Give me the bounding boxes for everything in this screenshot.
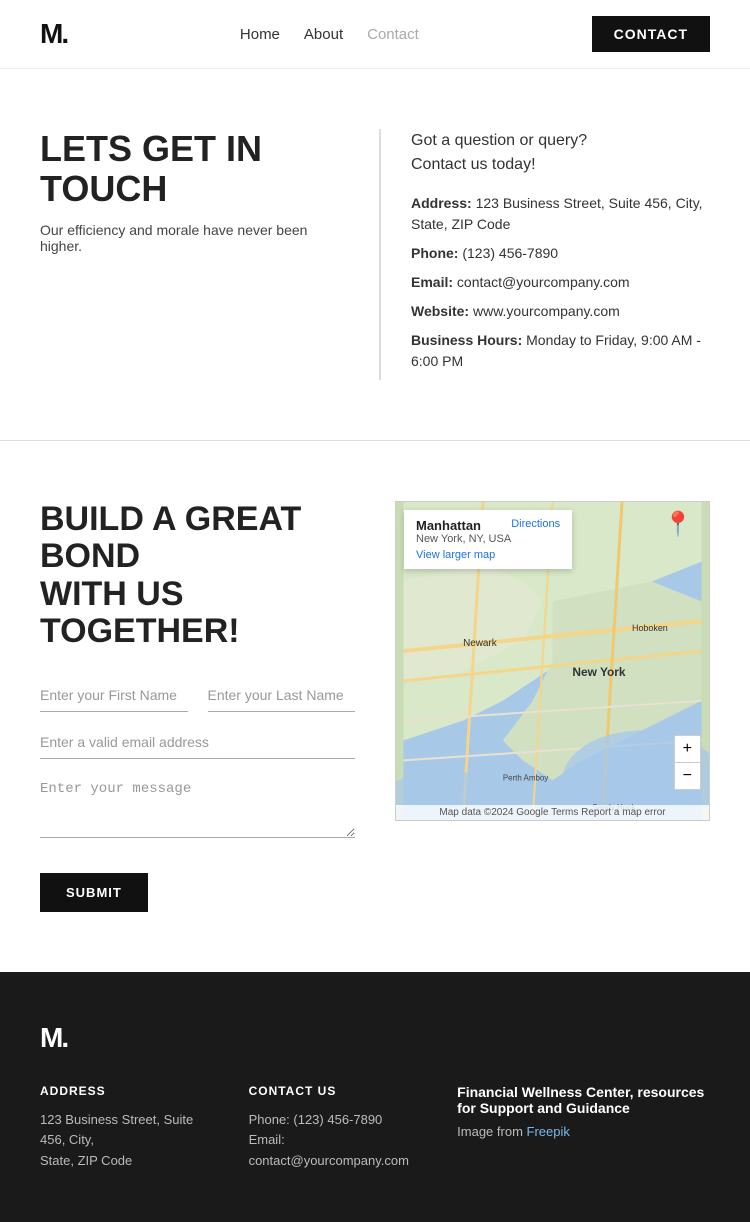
- footer-contact-title: CONTACT US: [249, 1084, 418, 1098]
- footer-address-col: ADDRESS 123 Business Street, Suite 456, …: [40, 1084, 209, 1172]
- address-line: Address: 123 Business Street, Suite 456,…: [411, 193, 710, 235]
- subtitle: Our efficiency and morale have never bee…: [40, 222, 339, 254]
- map-container: New York Newark Hoboken Perth Amboy Sand…: [395, 501, 710, 821]
- name-row: [40, 679, 355, 726]
- footer-fin-title: Financial Wellness Center, resources for…: [457, 1084, 710, 1116]
- contact-details: Address: 123 Business Street, Suite 456,…: [411, 193, 710, 372]
- svg-text:Perth Amboy: Perth Amboy: [503, 773, 548, 782]
- section1-right: Got a question or query? Contact us toda…: [379, 129, 710, 380]
- map-popup-title: Manhattan: [416, 518, 511, 533]
- map-popup-sub: New York, NY, USA: [416, 533, 511, 545]
- footer-address-title: ADDRESS: [40, 1084, 209, 1098]
- footer-fin-col: Financial Wellness Center, resources for…: [457, 1084, 710, 1172]
- zoom-in-button[interactable]: +: [675, 736, 700, 763]
- bond-title: BUILD A GREAT BOND WITH US TOGETHER!: [40, 501, 355, 651]
- map-zoom-controls: + −: [674, 735, 701, 790]
- footer-contact-col: CONTACT US Phone: (123) 456-7890 Email: …: [249, 1084, 418, 1172]
- map-area: New York Newark Hoboken Perth Amboy Sand…: [395, 501, 710, 821]
- message-textarea[interactable]: [40, 773, 355, 838]
- zoom-out-button[interactable]: −: [675, 763, 700, 789]
- nav-contact[interactable]: Contact: [367, 26, 419, 43]
- svg-text:New York: New York: [572, 665, 626, 679]
- contact-info-section: LETS GET IN TOUCH Our efficiency and mor…: [0, 69, 750, 441]
- form-area: BUILD A GREAT BOND WITH US TOGETHER! SUB…: [40, 501, 355, 912]
- map-larger-link[interactable]: View larger map: [416, 549, 560, 561]
- last-name-group: [208, 679, 356, 712]
- footer: M. ADDRESS 123 Business Street, Suite 45…: [0, 972, 750, 1222]
- navbar: M. Home About Contact CONTACT: [0, 0, 750, 69]
- phone-line: Phone: (123) 456-7890: [411, 243, 710, 264]
- hours-line: Business Hours: Monday to Friday, 9:00 A…: [411, 330, 710, 372]
- footer-address-text: 123 Business Street, Suite 456, City, St…: [40, 1110, 209, 1172]
- footer-contact-phone: Phone: (123) 456-7890: [249, 1110, 418, 1131]
- nav-links: Home About Contact: [240, 26, 419, 43]
- website-line: Website: www.yourcompany.com: [411, 301, 710, 322]
- footer-logo: M.: [40, 1022, 710, 1054]
- main-title: LETS GET IN TOUCH: [40, 129, 339, 208]
- footer-columns: ADDRESS 123 Business Street, Suite 456, …: [40, 1084, 710, 1172]
- footer-freepik-link[interactable]: Freepik: [527, 1124, 570, 1139]
- map-credit: Map data ©2024 Google Terms Report a map…: [396, 805, 709, 820]
- map-popup: Manhattan New York, NY, USA Directions V…: [404, 510, 572, 569]
- email-group: [40, 726, 355, 759]
- nav-home[interactable]: Home: [240, 26, 280, 43]
- submit-button[interactable]: SUBMIT: [40, 873, 148, 912]
- svg-text:Hoboken: Hoboken: [632, 623, 668, 633]
- message-group: [40, 773, 355, 843]
- nav-about[interactable]: About: [304, 26, 343, 43]
- map-directions-link[interactable]: Directions: [511, 518, 560, 530]
- section1-left: LETS GET IN TOUCH Our efficiency and mor…: [40, 129, 339, 380]
- map-pin-icon: 📍: [663, 510, 693, 539]
- email-line: Email: contact@yourcompany.com: [411, 272, 710, 293]
- last-name-input[interactable]: [208, 679, 356, 712]
- footer-fin-sub: Image from Freepik: [457, 1124, 710, 1139]
- nav-contact-button[interactable]: CONTACT: [592, 16, 710, 52]
- svg-text:Newark: Newark: [463, 638, 497, 649]
- first-name-group: [40, 679, 188, 712]
- contact-form-section: BUILD A GREAT BOND WITH US TOGETHER! SUB…: [0, 441, 750, 972]
- email-input[interactable]: [40, 726, 355, 759]
- footer-contact-email: Email: contact@yourcompany.com: [249, 1130, 418, 1172]
- logo: M.: [40, 18, 67, 50]
- first-name-input[interactable]: [40, 679, 188, 712]
- query-text: Got a question or query? Contact us toda…: [411, 129, 710, 177]
